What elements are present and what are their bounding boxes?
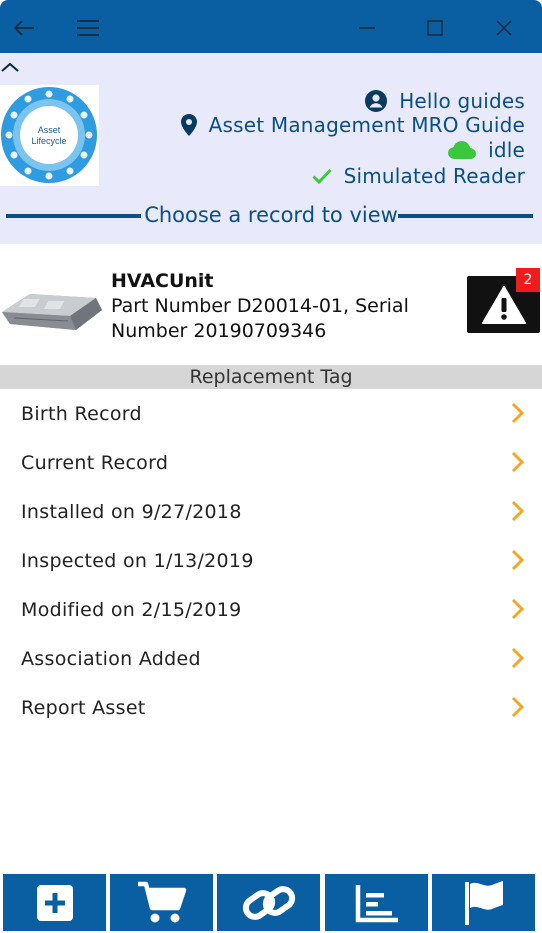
list-item-label: Association Added: [21, 647, 201, 670]
asset-lifecycle-logo: Asset Lifecycle: [0, 85, 99, 186]
logo-line2: Lifecycle: [31, 136, 66, 146]
flag-icon: [464, 880, 503, 925]
hamburger-icon: [77, 20, 99, 36]
chevron-right-icon: [511, 549, 525, 571]
alert-count-badge: 2: [516, 268, 540, 292]
check-icon: [312, 168, 332, 184]
maximize-button[interactable]: [415, 8, 455, 48]
user-greeting-text: Hello guides: [399, 89, 525, 113]
chevron-up-icon[interactable]: [0, 59, 20, 75]
title-bar: [0, 0, 542, 53]
divider-right: [398, 214, 533, 218]
list-item-label: Installed on 9/27/2018: [21, 500, 242, 523]
link-icon: [242, 885, 295, 920]
add-button[interactable]: [3, 874, 106, 931]
divider-left: [6, 214, 141, 218]
list-item[interactable]: Report Asset: [0, 683, 542, 732]
list-item[interactable]: Association Added: [0, 634, 542, 683]
status-text: idle: [488, 138, 525, 162]
connection-status: idle: [448, 138, 525, 162]
cart-button[interactable]: [110, 874, 213, 931]
list-item-label: Current Record: [21, 451, 169, 474]
list-item[interactable]: Current Record: [0, 438, 542, 487]
bottom-toolbar: [0, 872, 542, 933]
list-item[interactable]: Installed on 9/27/2018: [0, 487, 542, 536]
close-button[interactable]: [484, 8, 524, 48]
menu-button[interactable]: [68, 8, 108, 48]
section-title: Choose a record to view: [0, 200, 542, 230]
section-title-text: Choose a record to view: [144, 203, 398, 227]
maximize-icon: [427, 20, 443, 36]
logo-line1: Asset: [38, 125, 61, 135]
asset-summary: HVACUnit Part Number D20014-01, Serial N…: [0, 244, 542, 364]
record-list: Birth Record Current Record Installed on…: [0, 389, 542, 732]
list-item-label: Birth Record: [21, 402, 142, 425]
chevron-right-icon: [511, 598, 525, 620]
arrow-left-icon: [13, 20, 34, 36]
bar-chart-icon: [355, 884, 398, 922]
list-item-label: Modified on 2/15/2019: [21, 598, 242, 621]
chevron-right-icon: [511, 500, 525, 522]
map-pin-icon: [180, 114, 197, 136]
reports-button[interactable]: [325, 874, 428, 931]
link-button[interactable]: [217, 874, 320, 931]
chevron-right-icon: [511, 647, 525, 669]
hvac-unit-image: [2, 294, 102, 330]
lifecycle-wheel-icon: Asset Lifecycle: [1, 87, 97, 183]
chevron-right-icon: [511, 696, 525, 718]
replacement-tag-bar: Replacement Tag: [0, 365, 542, 389]
cloud-icon: [448, 141, 477, 159]
location: Asset Management MRO Guide: [180, 113, 525, 137]
list-item[interactable]: Modified on 2/15/2019: [0, 585, 542, 634]
header-panel: Asset Lifecycle Hello guides Asset Manag…: [0, 53, 542, 244]
back-button[interactable]: [4, 8, 44, 48]
plus-square-icon: [36, 884, 73, 921]
close-icon: [496, 20, 512, 36]
list-item[interactable]: Birth Record: [0, 389, 542, 438]
reader-status: Simulated Reader: [312, 164, 525, 188]
user-greeting: Hello guides: [365, 89, 525, 113]
location-name: Asset Management MRO Guide: [208, 113, 525, 137]
reader-text: Simulated Reader: [343, 164, 525, 188]
list-item-label: Report Asset: [21, 696, 146, 719]
minimize-icon: [359, 27, 375, 29]
list-item-label: Inspected on 1/13/2019: [21, 549, 254, 572]
asset-name: HVACUnit: [111, 270, 214, 292]
list-item[interactable]: Inspected on 1/13/2019: [0, 536, 542, 585]
minimize-button[interactable]: [347, 8, 387, 48]
user-circle-icon: [365, 90, 388, 112]
cart-icon: [137, 881, 186, 922]
chevron-right-icon: [511, 402, 525, 424]
flag-button[interactable]: [432, 874, 535, 931]
chevron-right-icon: [511, 451, 525, 473]
asset-detail: Part Number D20014-01, Serial Number 201…: [111, 295, 409, 342]
